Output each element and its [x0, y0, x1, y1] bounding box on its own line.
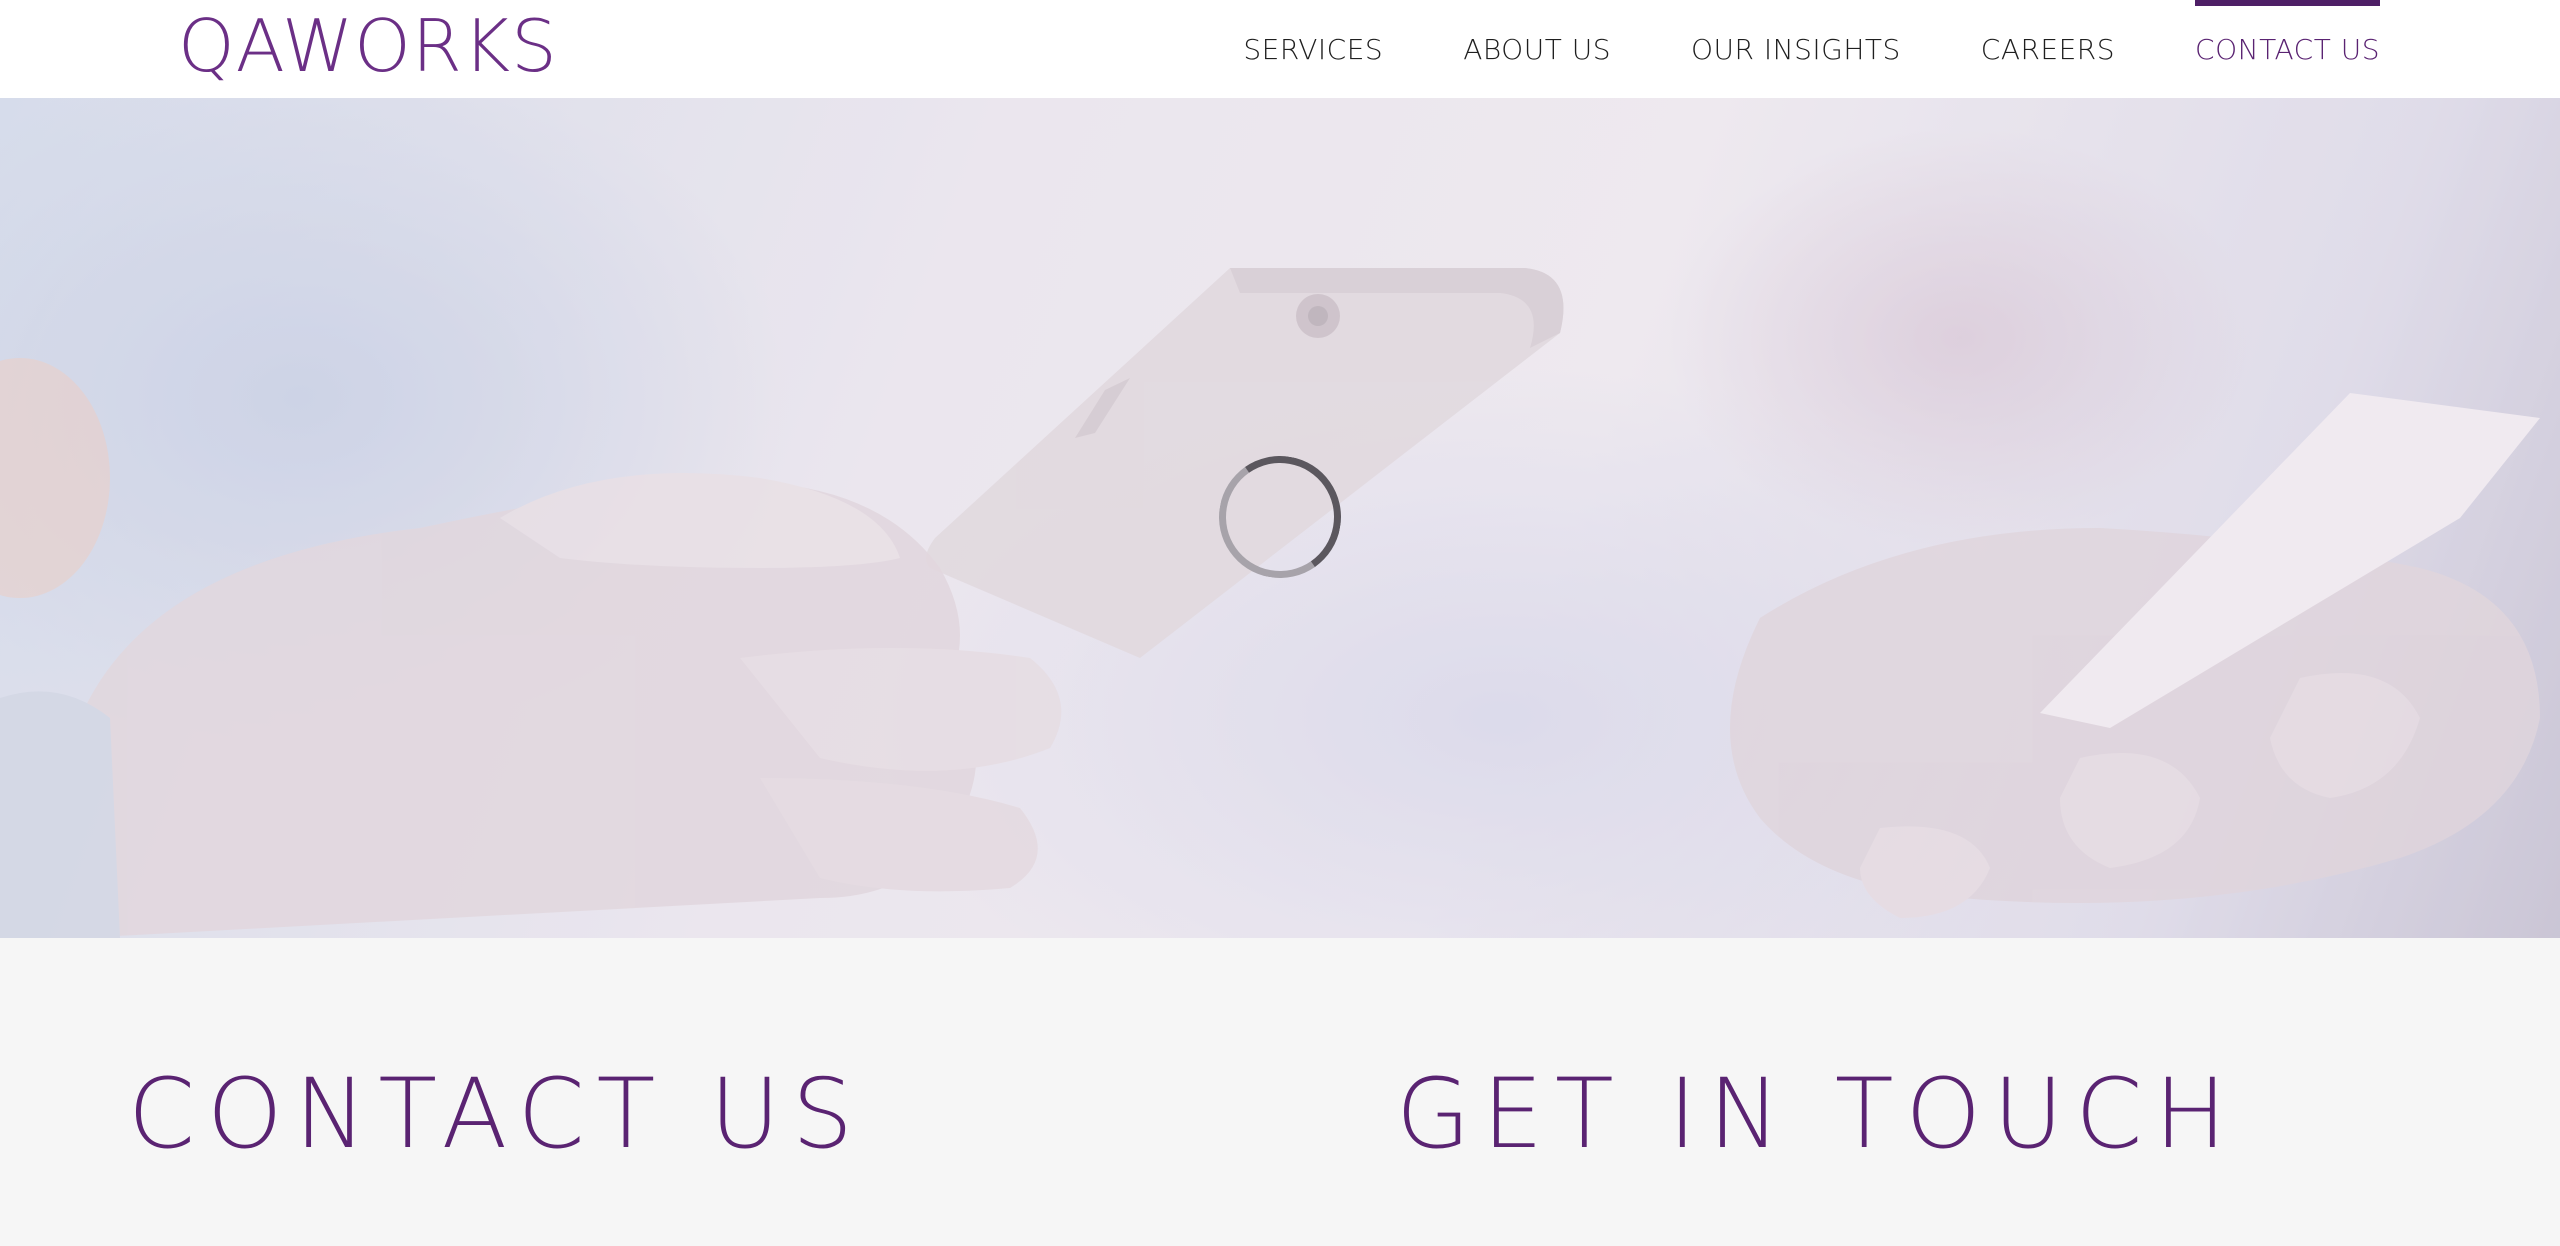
main-nav: SERVICES ABOUT US OUR INSIGHTS CAREERS C… [1163, 0, 2380, 98]
get-in-touch-heading: GET IN TOUCH [1396, 1058, 2239, 1170]
nav-services[interactable]: SERVICES [1243, 0, 1383, 98]
nav-careers[interactable]: CAREERS [1981, 0, 2115, 98]
site-header: QAWORKS SERVICES ABOUT US OUR INSIGHTS C… [0, 0, 2560, 98]
nav-contact-us[interactable]: CONTACT US [2195, 0, 2380, 98]
qaworks-logo[interactable]: QAWORKS [178, 4, 558, 88]
nav-about-us[interactable]: ABOUT US [1463, 0, 1611, 98]
hero-image [0, 98, 2560, 938]
contact-us-heading: CONTACT US [128, 1058, 865, 1170]
nav-our-insights[interactable]: OUR INSIGHTS [1691, 0, 1901, 98]
contact-section: CONTACT US GET IN TOUCH [0, 938, 2560, 1246]
